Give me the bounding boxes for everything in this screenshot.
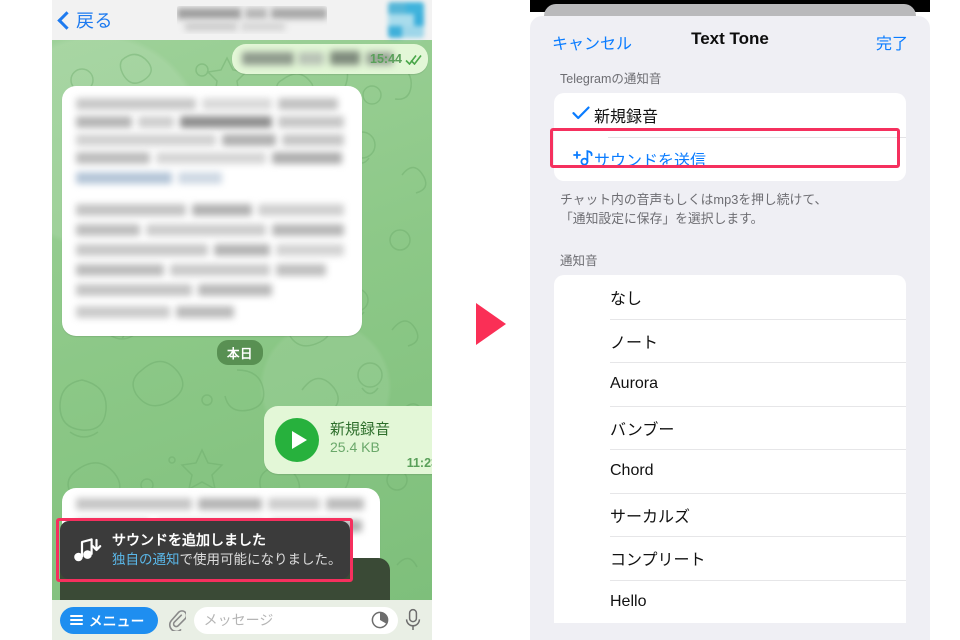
arrow-right-triangle [476,303,506,345]
page-title: Text Tone [691,29,769,48]
outgoing-message-bubble[interactable]: 15:44 [232,44,428,74]
paperclip-icon[interactable] [168,609,186,631]
modal-sheet: キャンセル Text Tone 完了 Telegramの通知音 新規録音 サウン… [530,16,930,640]
menu-button[interactable]: メニュー [60,606,158,634]
telegram-section-footnote: チャット内の音声もしくはmp3を押し続けて、 「通知設定に保存」を選択します。 [530,181,930,228]
footnote-line-1: チャット内の音声もしくはmp3を押し続けて、 [560,192,828,207]
tones-list: なし ノート Aurora バンブー Chord サーカルズ コンプリート He… [554,275,906,624]
audio-timestamp: 11:23 [406,456,432,470]
tone-label: Chord [610,462,654,480]
list-item[interactable]: バンブー [554,405,906,450]
audio-title: 新規録音 [330,421,391,438]
tone-label: ノート [610,334,659,352]
tone-label: サーカルズ [610,508,691,526]
play-triangle [291,431,307,449]
message-input-field[interactable]: メッセージ [193,606,398,634]
double-check-icon [405,55,422,65]
chat-header: 戻る [52,0,432,40]
redacted-text [242,52,294,65]
toast-link[interactable]: 独自の通知 [112,552,180,567]
sound-added-toast[interactable]: サウンドを追加しました 独自の通知で使用可能になりました。 [60,521,350,579]
back-button[interactable]: 戻る [57,7,113,33]
list-item[interactable]: Hello [554,579,906,624]
tone-label: コンプリート [610,552,706,570]
self-destruct-timer-icon[interactable] [371,611,389,629]
menu-button-label: メニュー [89,614,145,629]
tone-label: Hello [610,592,647,610]
hamburger-icon [70,615,83,625]
microphone-icon[interactable] [404,608,422,632]
send-sound-label: サウンドを送信 [594,153,707,170]
back-button-label: 戻る [76,11,113,31]
audio-message-bubble[interactable]: 新規録音 25.4 KB 11:23 [264,406,432,474]
play-icon[interactable] [275,418,319,462]
sound-row-new-recording[interactable]: 新規録音 [554,93,906,137]
footnote-line-2: 「通知設定に保存」を選択します。 [560,211,764,227]
add-music-note-icon [572,148,594,171]
sheet-navigation-bar: キャンセル Text Tone 完了 [530,16,930,68]
list-item[interactable]: Aurora [554,362,906,406]
tone-label: なし [610,291,643,309]
message-timestamp: 15:44 [370,52,402,66]
audio-filesize: 25.4 KB [330,439,380,455]
telegram-section-header: Telegramの通知音 [560,72,662,86]
done-button[interactable]: 完了 [876,30,908,54]
message-placeholder: メッセージ [203,612,274,628]
toast-title: サウンドを追加しました [112,532,266,549]
screenshot-stage: 15:44 本日 新規録音 25.4 KB 11:2 サウンドを追加しました 独… [0,0,960,640]
avatar[interactable] [388,2,424,38]
tones-section-header: 通知音 [560,254,598,269]
toast-subtitle-rest: で使用可能になりました。 [179,552,342,568]
music-note-download-icon [72,536,104,564]
send-sound-row[interactable]: サウンドを送信 [554,137,906,181]
list-item[interactable]: Chord [554,449,906,493]
sound-row-label: 新規録音 [594,109,659,126]
tone-label: Aurora [610,375,659,393]
list-item[interactable]: コンプリート [554,536,906,580]
incoming-message-bubble[interactable] [62,86,362,336]
telegram-chat-screen: 15:44 本日 新規録音 25.4 KB 11:2 サウンドを追加しました 独… [52,0,432,640]
list-item[interactable]: サーカルズ [554,492,906,537]
checkmark-icon [572,106,594,125]
ios-sound-picker-screen: キャンセル Text Tone 完了 Telegramの通知音 新規録音 サウン… [530,0,930,640]
redacted-text [330,51,360,65]
chat-title-redacted [177,6,327,34]
list-item[interactable]: ノート [554,318,906,363]
telegram-sounds-card: 新規録音 サウンドを送信 [554,93,906,181]
chevron-left-icon [57,10,76,30]
date-separator-chip: 本日 [217,340,264,365]
tone-label: バンブー [610,421,675,439]
redacted-text [298,52,324,65]
message-input-bar[interactable]: メニュー メッセージ [52,600,432,640]
toast-subtitle: 独自の通知で使用可能になりました。 [112,550,342,570]
message-list[interactable]: 15:44 本日 新規録音 25.4 KB 11:2 [52,40,432,624]
list-item[interactable]: なし [554,275,906,319]
